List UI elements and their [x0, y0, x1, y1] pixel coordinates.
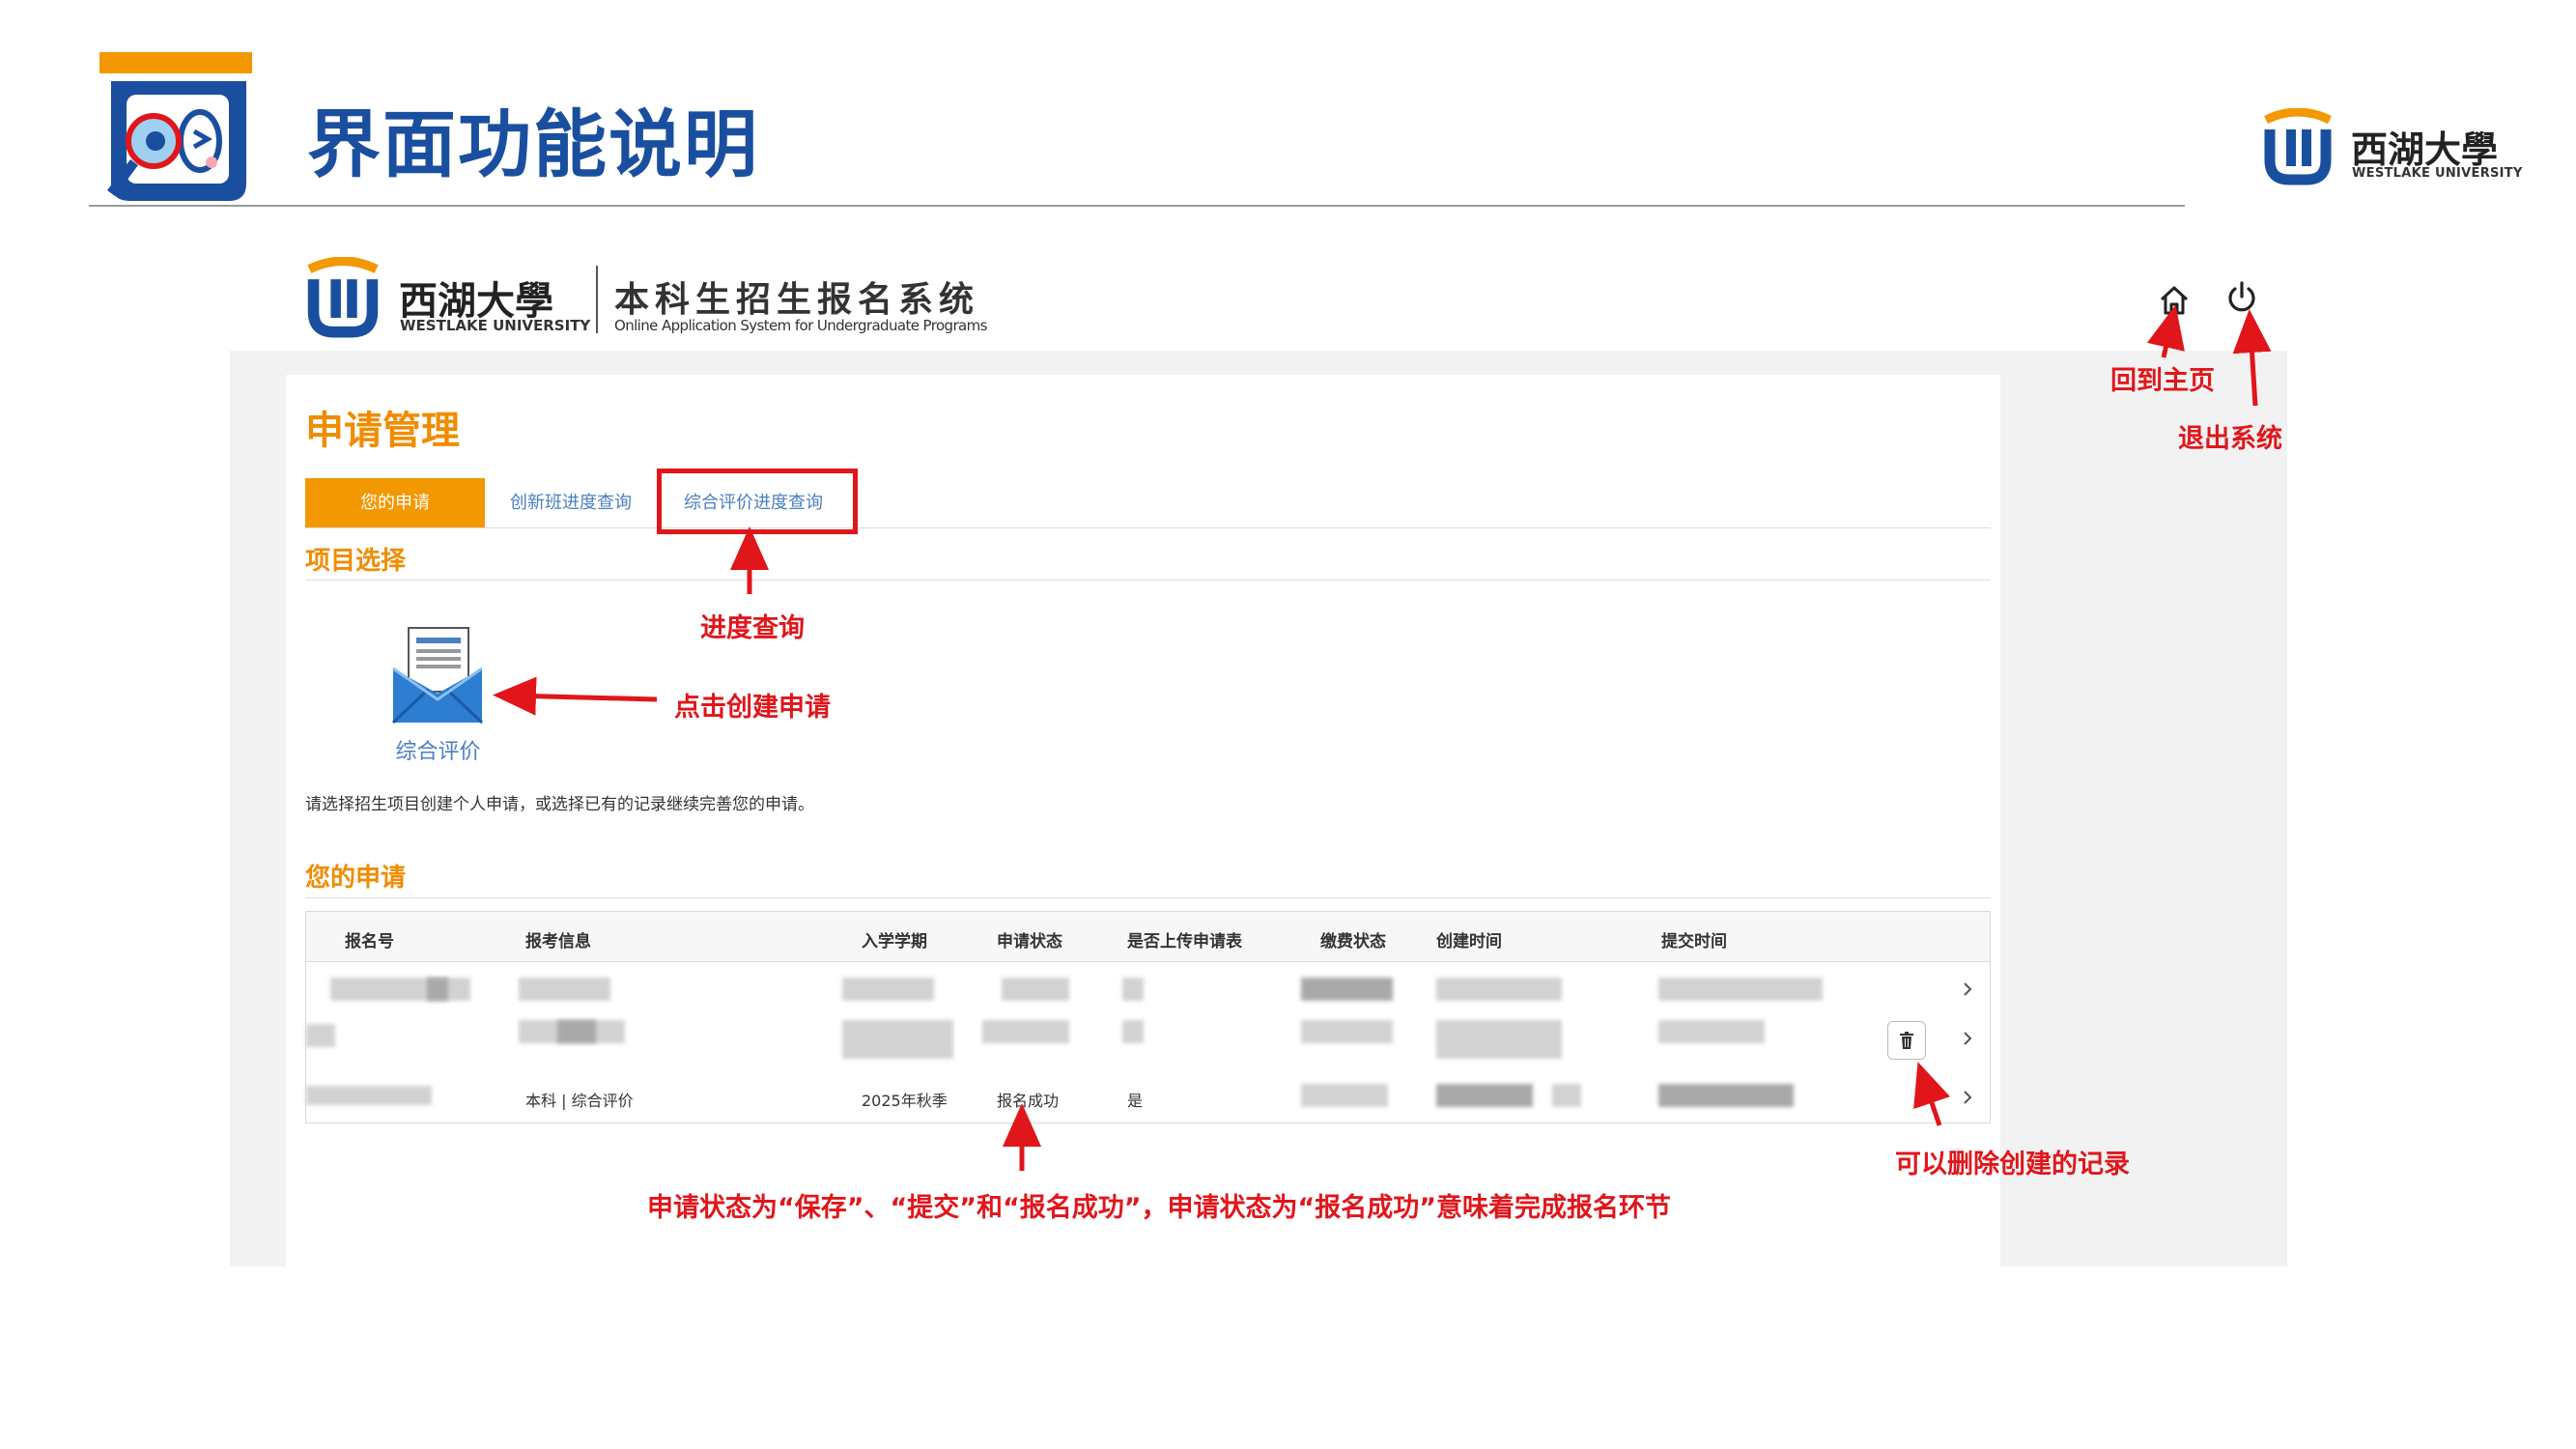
chevron-right-icon[interactable] [1957, 1028, 1978, 1049]
table-row[interactable]: 本科 | 综合评价 2025年秋季 报名成功 是 [306, 1070, 1990, 1124]
table-row[interactable] [306, 962, 1990, 1016]
table-row[interactable] [306, 1016, 1990, 1070]
section-divider [305, 897, 1991, 898]
system-screenshot: 西湖大學 WESTLAKE UNIVERSITY 本科生招生报名系统 Onlin… [230, 244, 2287, 1266]
envelope-form-icon [391, 627, 484, 724]
project-section-title: 项目选择 [305, 547, 407, 576]
annotation-status: 申请状态为“保存”、“提交”和“报名成功”，申请状态为“报名成功”意味着完成报名… [647, 1193, 1671, 1223]
progress-tab-highlight [657, 469, 858, 534]
annotation-create: 点击创建申请 [674, 693, 831, 723]
title-divider [89, 205, 2185, 207]
column-header: 申请状态 [997, 932, 1062, 952]
brand-cn: 西湖大學 [2351, 128, 2499, 171]
westlake-brand: 西湖大學 WESTLAKE UNIVERSITY [2260, 108, 2531, 195]
header-separator [596, 266, 598, 333]
annotation-progress: 进度查询 [700, 613, 805, 643]
cell-term: 2025年秋季 [862, 1092, 948, 1110]
project-card-comprehensive[interactable]: 综合评价 [378, 626, 498, 771]
column-header: 报考信息 [525, 932, 591, 952]
system-header: 西湖大學 WESTLAKE UNIVERSITY 本科生招生报名系统 Onlin… [230, 244, 2287, 351]
annotation-home: 回到主页 [2110, 366, 2215, 396]
table-header: 报名号 报考信息 入学学期 申请状态 是否上传申请表 缴费状态 创建时间 提交时… [306, 912, 1990, 962]
section-divider [305, 580, 1991, 581]
trash-icon [1900, 1032, 1913, 1049]
column-header: 提交时间 [1661, 932, 1727, 952]
chevron-right-icon[interactable] [1957, 979, 1978, 1000]
project-card-label: 综合评价 [395, 740, 481, 764]
tab-your-applications[interactable]: 您的申请 [305, 478, 485, 528]
cell-uploaded: 是 [1127, 1092, 1144, 1110]
column-header: 创建时间 [1436, 932, 1502, 952]
slide-title: 界面功能说明 [307, 101, 759, 187]
page-heading: 申请管理 [305, 409, 460, 453]
home-icon[interactable] [2157, 283, 2192, 318]
delete-button[interactable] [1887, 1021, 1926, 1060]
column-header: 报名号 [345, 932, 394, 952]
tab-innovation-progress[interactable]: 创新班进度查询 [485, 478, 657, 528]
university-name-en: WESTLAKE UNIVERSITY [400, 317, 591, 334]
column-header: 入学学期 [862, 932, 927, 952]
chevron-right-icon[interactable] [1957, 1087, 1978, 1108]
main-panel: 申请管理 您的申请 创新班进度查询 综合评价进度查询 项目选择 综合评价 请选择… [286, 375, 2000, 1266]
column-header: 是否上传申请表 [1127, 932, 1242, 952]
tab-divider [305, 527, 1991, 528]
annotation-logout: 退出系统 [2178, 424, 2282, 454]
westlake-logo-icon [2264, 108, 2332, 185]
system-name: 本科生招生报名系统 [614, 279, 980, 320]
column-header: 缴费状态 [1320, 932, 1386, 952]
mascot-logo-icon [92, 48, 266, 213]
system-name-en: Online Application System for Undergradu… [614, 317, 987, 334]
applications-section-title: 您的申请 [305, 864, 407, 893]
cell-status: 报名成功 [997, 1092, 1060, 1110]
instruction-text: 请选择招生项目创建个人申请，或选择已有的记录继续完善您的申请。 [305, 795, 814, 814]
westlake-logo-icon [307, 257, 379, 338]
brand-en: WESTLAKE UNIVERSITY [2352, 166, 2523, 181]
cell-apply-info: 本科 | 综合评价 [525, 1092, 634, 1110]
annotation-delete: 可以删除创建的记录 [1895, 1150, 2130, 1179]
applications-table: 报名号 报考信息 入学学期 申请状态 是否上传申请表 缴费状态 创建时间 提交时… [305, 911, 1991, 1123]
power-icon[interactable] [2224, 280, 2259, 315]
